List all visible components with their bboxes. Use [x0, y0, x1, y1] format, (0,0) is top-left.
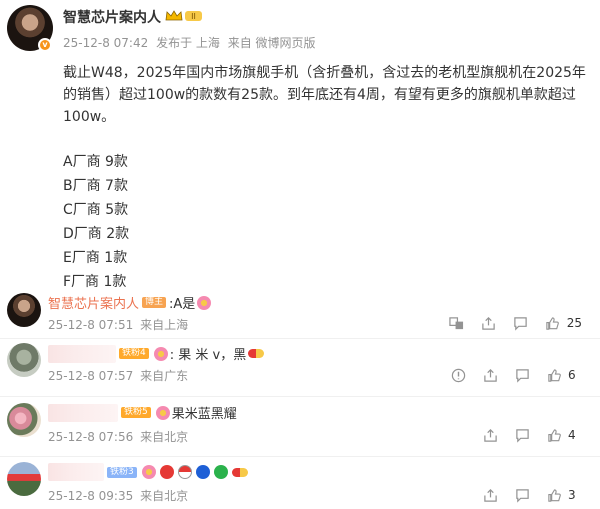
- flower-emoji-icon: [153, 346, 168, 361]
- pill-emoji-icon: [248, 349, 265, 358]
- blogger-tag: 博主: [142, 297, 167, 308]
- comment-meta: 25-12-8 07:56 来自北京: [48, 428, 191, 445]
- thumbs-up-icon[interactable]: [546, 367, 562, 383]
- comment-time: 25-12-8 07:57: [48, 369, 134, 383]
- comment-time: 25-12-8 07:56: [48, 430, 134, 444]
- comment-icon[interactable]: [514, 487, 530, 503]
- svg-text:II: II: [191, 12, 196, 21]
- share-icon[interactable]: [481, 315, 497, 331]
- green-circle-emoji-icon: [213, 465, 228, 479]
- comment-location: 来自上海: [140, 318, 189, 332]
- verified-badge-icon: v: [38, 38, 52, 52]
- blue-circle-emoji-icon: [195, 465, 210, 479]
- comment-actions: 25: [433, 315, 582, 331]
- comment-text: 果米蓝黑耀: [171, 407, 237, 422]
- report-icon[interactable]: [450, 367, 466, 383]
- list-item: B厂商 7款: [63, 178, 128, 194]
- comment-meta: 25-12-8 07:51 来自上海: [48, 316, 191, 333]
- list-item: C厂商 5款: [63, 202, 129, 218]
- divider: [0, 338, 600, 339]
- post-header: v 智慧芯片案内人 II 25-12-8 07:42 发布于 上海 来自 微博网…: [0, 0, 600, 58]
- commenter-name[interactable]: 智慧芯片案内人: [48, 293, 139, 312]
- share-icon[interactable]: [482, 367, 498, 383]
- post-body: 截止W48，2025年国内市场旗舰手机（含折叠机，含过去的老机型旗舰机在2025…: [63, 62, 588, 294]
- commenter-avatar[interactable]: [7, 403, 41, 437]
- comment-time: 25-12-8 09:35: [48, 489, 134, 503]
- like-count: 6: [568, 368, 576, 382]
- commenter-avatar[interactable]: [7, 293, 41, 327]
- red-circle-emoji-icon: [177, 465, 192, 479]
- comment-item: 铁粉4 : 果 米 v，黑 25-12-8 07:57 来自广东 6: [0, 340, 600, 396]
- divider: [0, 456, 600, 457]
- divider: [0, 396, 600, 397]
- comment-actions: 4: [466, 427, 582, 443]
- list-item: D厂商 2款: [63, 226, 130, 242]
- list-item: E厂商 1款: [63, 250, 128, 266]
- post-text: 截止W48，2025年国内市场旗舰手机（含折叠机，含过去的老机型旗舰机在2025…: [63, 65, 586, 125]
- like-count: 4: [568, 428, 576, 442]
- post-meta: 25-12-8 07:42 发布于 上海 来自 微博网页版: [63, 34, 320, 51]
- commenter-name-blurred[interactable]: [48, 463, 104, 481]
- comment-meta: 25-12-8 09:35 来自北京: [48, 487, 191, 504]
- thumbs-up-icon[interactable]: [545, 315, 561, 331]
- comment-actions: 3: [466, 487, 582, 503]
- comment-item: 智慧芯片案内人 博主 :A是 25-12-8 07:51 来自上海 25: [0, 288, 600, 338]
- like-count: 25: [566, 316, 582, 330]
- comment-location: 来自北京: [140, 430, 189, 444]
- list-item: A厂商 9款: [63, 154, 128, 170]
- author-name[interactable]: 智慧芯片案内人: [63, 7, 161, 27]
- thumbs-up-icon[interactable]: [546, 427, 562, 443]
- post-source: 来自 微博网页版: [227, 36, 316, 50]
- share-icon[interactable]: [482, 427, 498, 443]
- comment-meta: 25-12-8 07:57 来自广东: [48, 367, 191, 384]
- fan-level-tag: 铁粉3: [107, 466, 137, 478]
- flower-emoji-icon: [197, 295, 212, 310]
- flower-emoji-icon: [141, 465, 156, 479]
- pill-emoji-icon: [231, 467, 248, 477]
- commenter-avatar[interactable]: [7, 343, 41, 377]
- like-count: 3: [568, 488, 576, 502]
- comment-actions: 6: [434, 367, 582, 383]
- comment-time: 25-12-8 07:51: [48, 318, 134, 332]
- crown-badge-icon[interactable]: II: [164, 9, 204, 23]
- post-location: 发布于 上海: [156, 36, 220, 50]
- comment-location: 来自北京: [140, 489, 189, 503]
- vendor-list: A厂商 9款 B厂商 7款 C厂商 5款 D厂商 2款 E厂商 1款 F厂商 1…: [63, 150, 588, 294]
- share-icon[interactable]: [482, 487, 498, 503]
- commenter-name-blurred[interactable]: [48, 403, 118, 422]
- flower-emoji-icon: [155, 405, 170, 420]
- comment-icon[interactable]: [514, 427, 530, 443]
- comment-item: 铁粉3 25-12-8 09:35 来自北京 3: [0, 458, 600, 509]
- translate-icon[interactable]: [449, 315, 465, 331]
- comment-icon[interactable]: [514, 367, 530, 383]
- comment-location: 来自广东: [140, 369, 189, 383]
- fan-level-tag: 铁粉4: [119, 348, 149, 359]
- thumbs-up-icon[interactable]: [546, 487, 562, 503]
- commenter-avatar[interactable]: [7, 462, 41, 496]
- comment-icon[interactable]: [513, 315, 529, 331]
- comment-text: :A是: [169, 297, 196, 312]
- comment-item: 铁粉5 果米蓝黑耀 25-12-8 07:56 来自北京 4: [0, 398, 600, 456]
- fan-level-tag: 铁粉5: [121, 407, 151, 418]
- post-time[interactable]: 25-12-8 07:42: [63, 36, 148, 50]
- commenter-name-blurred[interactable]: [48, 344, 116, 363]
- apple-emoji-icon: [159, 465, 174, 479]
- comment-text: : 果 米 v，黑: [169, 348, 247, 363]
